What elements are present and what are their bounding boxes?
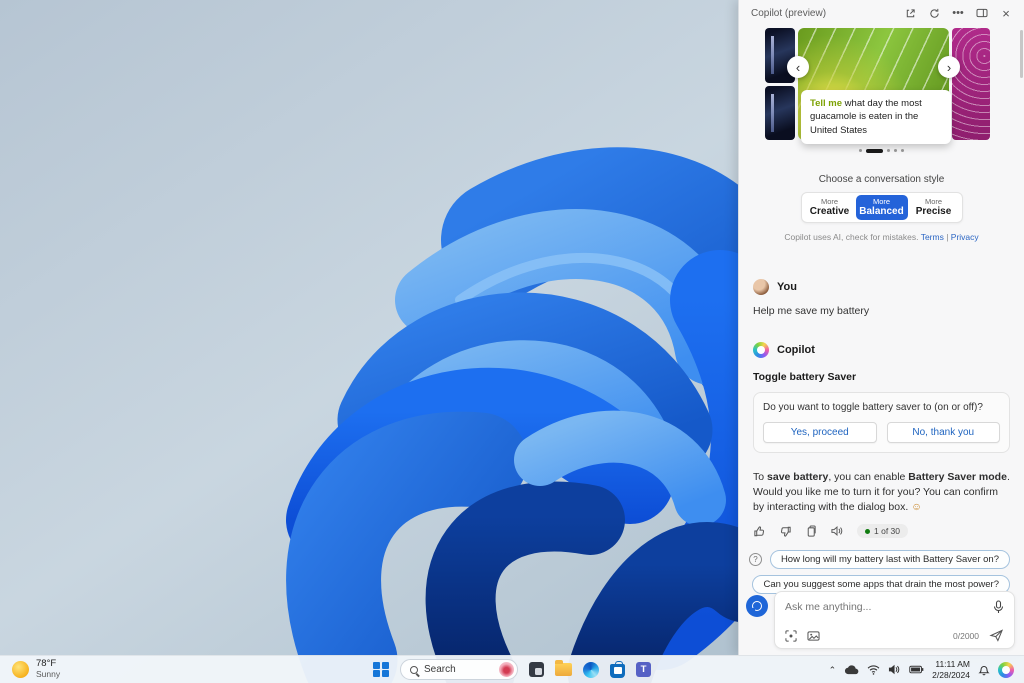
carousel-dot[interactable]	[901, 149, 904, 152]
carousel-tooltip[interactable]: Tell me what day the most guacamole is e…	[801, 90, 951, 144]
sun-icon	[12, 661, 29, 678]
refresh-icon[interactable]	[922, 3, 946, 23]
carousel-thumbnail-bottom[interactable]	[765, 86, 795, 141]
notification-bell-icon[interactable]	[978, 663, 990, 676]
edge-browser-icon[interactable]	[583, 662, 599, 678]
start-button-icon[interactable]	[373, 662, 389, 678]
assistant-name: Copilot	[777, 344, 815, 356]
desktop: Copilot (preview) •••	[0, 0, 1024, 683]
char-counter: 0/2000	[953, 631, 979, 641]
hidden-icons-chevron-icon[interactable]: ⌃	[829, 665, 837, 676]
chat-thread: You Help me save my battery Copilot Togg…	[739, 279, 1024, 620]
new-topic-button[interactable]	[746, 595, 768, 617]
copilot-panel: Copilot (preview) •••	[738, 0, 1024, 655]
clock-time: 11:11 AM	[932, 659, 970, 670]
tooltip-highlight: Tell me	[810, 98, 842, 109]
carousel-dot-active[interactable]	[866, 149, 883, 153]
no-thank-you-button[interactable]: No, thank you	[887, 422, 1001, 443]
panel-scrollbar[interactable]	[1020, 30, 1023, 78]
microphone-icon[interactable]	[993, 600, 1004, 614]
weather-widget[interactable]: 78°F Sunny	[0, 656, 72, 683]
carousel-next-slide[interactable]	[952, 28, 990, 140]
style-option-precise[interactable]: More Precise	[908, 195, 960, 220]
ask-input[interactable]	[785, 601, 987, 613]
privacy-link[interactable]: Privacy	[951, 232, 979, 242]
dock-icon[interactable]	[970, 3, 994, 23]
taskbar-center: Search T	[373, 656, 651, 683]
read-aloud-icon[interactable]	[830, 525, 844, 537]
conversation-style-picker: More Creative More Balanced More Precise	[801, 192, 963, 223]
smile-emoji: ☺	[911, 501, 922, 513]
dialog-question: Do you want to toggle battery saver to (…	[763, 402, 1000, 413]
carousel-dot[interactable]	[859, 149, 862, 152]
file-explorer-icon[interactable]	[555, 663, 572, 676]
open-in-window-icon[interactable]	[898, 3, 922, 23]
carousel-dot[interactable]	[894, 149, 897, 152]
volume-icon[interactable]	[888, 664, 901, 675]
inspiration-carousel: ‹ › Tell me what day the most guacamole …	[765, 28, 990, 140]
carousel-dots[interactable]	[739, 149, 1024, 153]
task-view-icon[interactable]	[529, 662, 544, 677]
user-avatar	[753, 279, 769, 295]
user-message: Help me save my battery	[753, 305, 1010, 317]
thumbs-down-icon[interactable]	[779, 525, 792, 538]
system-tray: ⌃ 11:11 AM	[829, 656, 1024, 683]
search-highlight-icon	[499, 662, 514, 677]
microsoft-store-icon[interactable]	[610, 664, 625, 678]
screenshot-icon[interactable]	[785, 630, 797, 642]
carousel-next-button[interactable]: ›	[938, 56, 960, 78]
search-label: Search	[424, 664, 456, 675]
assistant-message: To save battery, you can enable Battery …	[753, 470, 1010, 516]
taskbar: 78°F Sunny Search T ⌃	[0, 655, 1024, 683]
wifi-icon[interactable]	[867, 665, 880, 675]
clock[interactable]: 11:11 AM 2/28/2024	[932, 659, 970, 680]
onedrive-cloud-icon[interactable]	[844, 665, 859, 675]
battery-saver-dialog: Do you want to toggle battery saver to (…	[753, 392, 1010, 453]
send-icon[interactable]	[989, 629, 1004, 642]
composer-box: 0/2000	[774, 591, 1015, 649]
battery-icon[interactable]	[909, 665, 924, 674]
response-pagination: 1 of 30	[857, 524, 908, 538]
answer-heading: Toggle battery Saver	[753, 371, 1010, 383]
conversation-style-label: Choose a conversation style	[739, 174, 1024, 185]
carousel-dot[interactable]	[887, 149, 890, 152]
add-image-icon[interactable]	[807, 630, 820, 642]
teams-icon[interactable]: T	[636, 662, 651, 677]
more-options-icon[interactable]: •••	[946, 3, 970, 23]
copy-icon[interactable]	[805, 525, 817, 538]
user-name: You	[777, 281, 797, 293]
style-option-creative[interactable]: More Creative	[804, 195, 856, 220]
thumbs-up-icon[interactable]	[753, 525, 766, 538]
copilot-logo-icon	[753, 342, 769, 358]
style-option-balanced[interactable]: More Balanced	[856, 195, 908, 220]
copilot-titlebar: Copilot (preview) •••	[739, 0, 1024, 26]
yes-proceed-button[interactable]: Yes, proceed	[763, 422, 877, 443]
help-icon[interactable]: ?	[749, 553, 762, 566]
message-actions: 1 of 30	[753, 524, 1010, 538]
clock-date: 2/28/2024	[932, 670, 970, 681]
suggestion-chip[interactable]: How long will my battery last with Batte…	[770, 550, 1010, 569]
pagination-dot	[865, 529, 870, 534]
ai-disclaimer: Copilot uses AI, check for mistakes. Ter…	[739, 232, 1024, 242]
search-box[interactable]: Search	[400, 659, 518, 680]
weather-condition: Sunny	[36, 670, 60, 680]
panel-title: Copilot (preview)	[751, 8, 826, 19]
search-icon	[410, 666, 418, 674]
terms-link[interactable]: Terms	[921, 232, 944, 242]
copilot-taskbar-icon[interactable]	[998, 662, 1014, 678]
composer: 0/2000	[746, 591, 1015, 649]
close-icon[interactable]: ×	[994, 3, 1018, 23]
carousel-prev-button[interactable]: ‹	[787, 56, 809, 78]
